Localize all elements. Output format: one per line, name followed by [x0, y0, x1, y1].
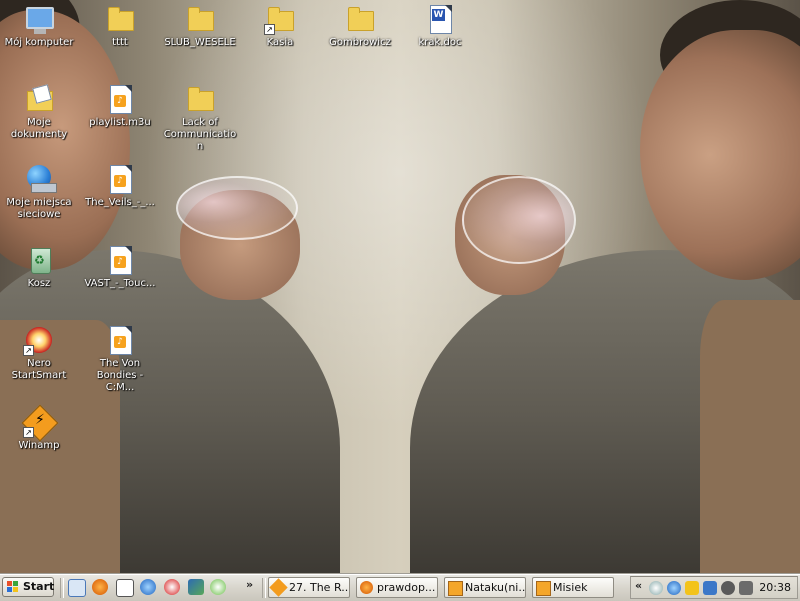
icon-label: Lack of Communication — [163, 117, 237, 152]
tray-network-icon[interactable] — [649, 581, 663, 595]
quick-launch-app-icon[interactable] — [188, 579, 204, 595]
desktop-icon-nero-startsmart[interactable]: ↗ Nero StartSmart — [1, 324, 77, 382]
tray-speaker-icon[interactable] — [721, 581, 735, 595]
audio-file-icon: ♪ — [104, 324, 136, 356]
task-label: 27. The R... — [289, 581, 350, 594]
icon-label: The Von Bondies - C:M... — [96, 358, 144, 393]
icon-label: Moje miejsca sieciowe — [6, 197, 72, 220]
desktop-icon-von-bondies[interactable]: ♪ The Von Bondies - C:M... — [82, 324, 158, 394]
my-documents-icon — [23, 83, 55, 115]
icon-label: Mój komputer — [4, 37, 74, 48]
icon-label: SLUB_WESELE — [164, 37, 236, 48]
tray-globe-icon[interactable] — [667, 581, 681, 595]
icon-label: Kasia — [266, 37, 294, 48]
quick-launch-internet-explorer-icon[interactable] — [140, 579, 156, 595]
taskbar-task-firefox[interactable]: prawdop... — [356, 577, 438, 598]
icon-label: Kosz — [27, 278, 51, 289]
task-label: prawdop... — [377, 581, 436, 594]
icon-label: Winamp — [18, 440, 60, 451]
desktop-icon-vast[interactable]: ♪ VAST_-_Touc... — [82, 244, 158, 290]
desktop-icon-recycle-bin[interactable]: Kosz — [1, 244, 77, 290]
quick-launch-overflow-button[interactable]: » — [246, 578, 253, 591]
desktop-icon-my-computer[interactable]: Mój komputer — [1, 3, 77, 49]
desktop-icon-krak-doc[interactable]: W krak.doc — [402, 3, 478, 49]
icon-label: Gombrowicz — [329, 37, 391, 48]
taskbar-task-misiek[interactable]: Misiek — [532, 577, 614, 598]
folder-icon — [184, 83, 216, 115]
icon-label: playlist.m3u — [89, 117, 151, 128]
task-label: Misiek — [553, 581, 588, 594]
recycle-bin-icon — [23, 244, 55, 276]
tray-expand-button[interactable]: « — [635, 579, 642, 592]
quick-launch-separator — [60, 578, 64, 598]
icon-label: Nero StartSmart — [11, 358, 67, 381]
icon-label: VAST_-_Touc... — [84, 278, 156, 289]
desktop-icon-folder-kasia[interactable]: ↗ Kasia — [242, 3, 318, 49]
icon-label: krak.doc — [418, 37, 462, 48]
icon-label: tttt — [112, 37, 128, 48]
audio-file-icon: ♪ — [104, 163, 136, 195]
nero-icon: ↗ — [23, 324, 55, 356]
desktop-icon-playlist[interactable]: ♪ playlist.m3u — [82, 83, 158, 129]
desktop-icon-my-documents[interactable]: Moje dokumenty — [1, 83, 77, 141]
windows-logo-icon — [7, 581, 19, 593]
taskbar: Start » 27. The R... prawdop... Nataku(n… — [0, 574, 800, 601]
task-label: Nataku(ni... — [465, 581, 526, 594]
envelope-icon — [536, 581, 551, 596]
desktop-icon-the-veils[interactable]: ♪ The_Veils_-_... — [82, 163, 158, 209]
wallpaper-bubble-right — [462, 176, 576, 264]
desktop-icon-folder-gombrowicz[interactable]: Gombrowicz — [322, 3, 398, 49]
wallpaper-shirt-right — [700, 300, 800, 574]
network-globe-icon — [23, 163, 57, 195]
start-button[interactable]: Start — [2, 577, 54, 597]
folder-icon — [184, 3, 216, 35]
taskbar-task-winamp[interactable]: 27. The R... — [268, 577, 350, 598]
icon-label: Moje dokumenty — [10, 117, 68, 140]
desktop-icon-folder-slub-wesele[interactable]: SLUB_WESELE — [162, 3, 238, 49]
folder-icon — [104, 3, 136, 35]
quick-launch-green-icon[interactable] — [210, 579, 226, 595]
desktop-icon-network-places[interactable]: Moje miejsca sieciowe — [1, 163, 77, 221]
winamp-icon: ↗ — [21, 404, 59, 442]
desktop[interactable]: Mój komputer tttt SLUB_WESELE ↗ Kasia Go… — [0, 0, 800, 574]
folder-shortcut-icon: ↗ — [264, 3, 296, 35]
wallpaper-bubble-left — [176, 176, 298, 240]
quick-launch-media-icon[interactable] — [164, 579, 180, 595]
envelope-icon — [448, 581, 463, 596]
desktop-icon-winamp[interactable]: ↗ Winamp — [1, 404, 77, 452]
desktop-icon-folder-tttt[interactable]: tttt — [82, 3, 158, 49]
firefox-icon — [360, 581, 373, 594]
clock[interactable]: 20:38 — [759, 581, 791, 594]
computer-icon — [23, 3, 55, 35]
start-label: Start — [23, 580, 55, 593]
folder-icon — [344, 3, 376, 35]
taskbar-task-nataku[interactable]: Nataku(ni... — [444, 577, 526, 598]
tray-messenger-icon[interactable] — [685, 581, 699, 595]
tray-monitor-icon[interactable] — [703, 581, 717, 595]
playlist-file-icon: ♪ — [104, 83, 136, 115]
quick-launch-show-desktop-icon[interactable] — [68, 579, 86, 597]
quick-launch-document-icon[interactable] — [116, 579, 134, 597]
winamp-icon — [269, 578, 288, 597]
word-document-icon: W — [424, 3, 456, 35]
system-tray: « 20:38 — [630, 576, 798, 599]
icon-label: The_Veils_-_... — [85, 197, 155, 208]
taskbar-separator — [262, 578, 266, 598]
audio-file-icon: ♪ — [104, 244, 136, 276]
quick-launch-firefox-icon[interactable] — [92, 579, 108, 595]
tray-device-icon[interactable] — [739, 581, 753, 595]
desktop-icon-folder-lack-of-communication[interactable]: Lack of Communication — [162, 83, 238, 153]
